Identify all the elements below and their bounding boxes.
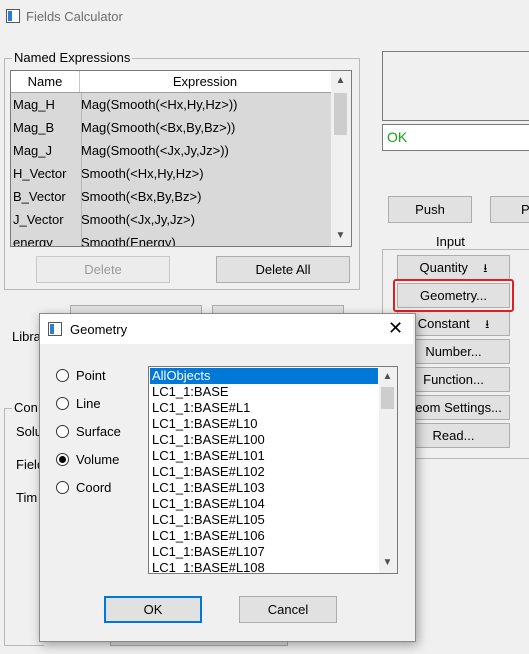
- quantity-button[interactable]: Quantity ⭳: [397, 255, 510, 280]
- dialog-title: Geometry: [70, 322, 128, 337]
- radio-circle-icon: [56, 481, 69, 494]
- radio-label: Volume: [76, 452, 120, 467]
- list-item[interactable]: LC1_1:BASE#L101: [150, 448, 378, 464]
- radio-volume[interactable]: Volume: [56, 452, 136, 470]
- radio-selected-dot-icon: [59, 456, 66, 463]
- radio-circle-icon: [56, 425, 69, 438]
- list-item[interactable]: LC1_1:BASE: [150, 384, 378, 400]
- list-scroll-up-icon[interactable]: ▲: [379, 368, 396, 385]
- constant-label: Constant: [417, 316, 470, 331]
- list-item[interactable]: LC1_1:BASE#L106: [150, 528, 378, 544]
- quantity-label: Quantity: [419, 260, 468, 275]
- table-row[interactable]: Mag_B Mag(Smooth(<Bx,By,Bz>)): [11, 116, 331, 140]
- radio-point[interactable]: Point: [56, 368, 136, 386]
- radio-surface[interactable]: Surface: [56, 424, 136, 442]
- close-icon[interactable]: ✕: [388, 318, 403, 338]
- expression-value-cell: Mag(Smooth(<Jx,Jy,Jz>)): [81, 143, 229, 158]
- delete-all-button[interactable]: Delete All: [216, 256, 350, 283]
- list-scrollbar[interactable]: ▲ ▼: [379, 367, 397, 573]
- radio-label: Line: [76, 396, 101, 411]
- objects-list[interactable]: AllObjects LC1_1:BASE LC1_1:BASE#L1 LC1_1:B…: [148, 366, 398, 574]
- named-expressions-label: Named Expressions: [12, 50, 133, 65]
- context-group-label: Con: [12, 400, 40, 415]
- column-header-expression[interactable]: Expression: [79, 71, 332, 92]
- list-item[interactable]: AllObjects: [150, 368, 378, 384]
- list-item[interactable]: LC1_1:BASE#L103: [150, 480, 378, 496]
- table-row[interactable]: Mag_J Mag(Smooth(<Jx,Jy,Jz>)): [11, 139, 331, 163]
- list-item[interactable]: LC1_1:BASE#L100: [150, 432, 378, 448]
- scroll-up-icon[interactable]: ▲: [332, 72, 349, 89]
- list-item[interactable]: LC1_1:BASE#L108: [150, 560, 378, 573]
- dialog-icon: [48, 322, 62, 336]
- dropdown-arrow-icon: ⭳: [479, 261, 488, 275]
- list-item[interactable]: LC1_1:BASE#L104: [150, 496, 378, 512]
- list-scroll-down-icon[interactable]: ▼: [379, 554, 396, 571]
- push-button[interactable]: Push: [388, 196, 472, 223]
- window-title: Fields Calculator: [26, 9, 123, 24]
- expression-value-cell: Mag(Smooth(<Hx,Hy,Hz>)): [81, 97, 238, 112]
- scroll-thumb[interactable]: [334, 93, 347, 135]
- radio-circle-icon: [56, 397, 69, 410]
- radio-circle-icon: [56, 453, 69, 466]
- context-group: [4, 408, 44, 646]
- table-row[interactable]: J_Vector Smooth(<Jx,Jy,Jz>): [11, 208, 331, 232]
- status-field: OK: [382, 124, 529, 151]
- expression-value-cell: Smooth(<Bx,By,Bz>): [81, 189, 202, 204]
- column-header-name[interactable]: Name: [11, 71, 80, 92]
- time-label: Tim: [16, 490, 38, 505]
- input-group-label: Input: [434, 234, 467, 249]
- number-label: Number...: [425, 344, 482, 359]
- expression-value-cell: Smooth(Energy): [81, 235, 176, 247]
- radio-circle-icon: [56, 369, 69, 382]
- function-label: Function...: [423, 372, 484, 387]
- named-expressions-table[interactable]: Name Expression Mag_H Mag(Smooth(<Hx,Hy,H…: [10, 70, 352, 247]
- expression-value-cell: Mag(Smooth(<Bx,By,Bz>)): [81, 120, 236, 135]
- radio-label: Coord: [76, 480, 112, 495]
- list-item[interactable]: LC1_1:BASE#L107: [150, 544, 378, 560]
- library-label: Libra: [12, 329, 41, 344]
- radio-line[interactable]: Line: [56, 396, 136, 414]
- radio-label: Point: [76, 368, 106, 383]
- list-item[interactable]: LC1_1:BASE#L105: [150, 512, 378, 528]
- table-row[interactable]: H_Vector Smooth(<Hx,Hy,Hz>): [11, 162, 331, 186]
- radio-label: Surface: [76, 424, 121, 439]
- delete-button[interactable]: Delete: [36, 256, 170, 283]
- pop-button[interactable]: P: [490, 196, 529, 223]
- cancel-button[interactable]: Cancel: [239, 596, 337, 623]
- expression-name-cell: B_Vector: [11, 185, 82, 208]
- ok-button[interactable]: OK: [104, 596, 202, 623]
- radio-coord[interactable]: Coord: [56, 480, 136, 498]
- table-scrollbar[interactable]: ▲ ▼: [331, 71, 351, 246]
- scroll-down-icon[interactable]: ▼: [332, 227, 349, 244]
- dropdown-arrow-icon: ⭳: [481, 317, 490, 331]
- geom-settings-label: Geom Settings...: [405, 400, 502, 415]
- list-item[interactable]: LC1_1:BASE#L102: [150, 464, 378, 480]
- table-row[interactable]: Mag_H Mag(Smooth(<Hx,Hy,Hz>)): [11, 93, 331, 117]
- expression-name-cell: Mag_H: [11, 93, 82, 116]
- list-item[interactable]: LC1_1:BASE#L10: [150, 416, 378, 432]
- geometry-dialog: Geometry ✕ Point Line Surface Volume Coord A…: [39, 313, 416, 642]
- expression-name-cell: energy: [11, 231, 82, 246]
- stack-display: [382, 51, 529, 121]
- list-item[interactable]: LC1_1:BASE#L1: [150, 400, 378, 416]
- expression-value-cell: Smooth(<Hx,Hy,Hz>): [81, 166, 204, 181]
- expression-value-cell: Smooth(<Jx,Jy,Jz>): [81, 212, 195, 227]
- list-scroll-thumb[interactable]: [381, 387, 394, 409]
- read-label: Read...: [432, 428, 475, 443]
- geometry-highlight: [393, 279, 514, 312]
- expression-name-cell: H_Vector: [11, 162, 82, 185]
- expression-name-cell: Mag_B: [11, 116, 82, 139]
- app-icon: [6, 9, 20, 23]
- table-header: Name Expression: [11, 71, 332, 93]
- expression-name-cell: J_Vector: [11, 208, 82, 231]
- table-row[interactable]: energy Smooth(Energy): [11, 231, 331, 247]
- table-row[interactable]: B_Vector Smooth(<Bx,By,Bz>): [11, 185, 331, 209]
- expression-name-cell: Mag_J: [11, 139, 82, 162]
